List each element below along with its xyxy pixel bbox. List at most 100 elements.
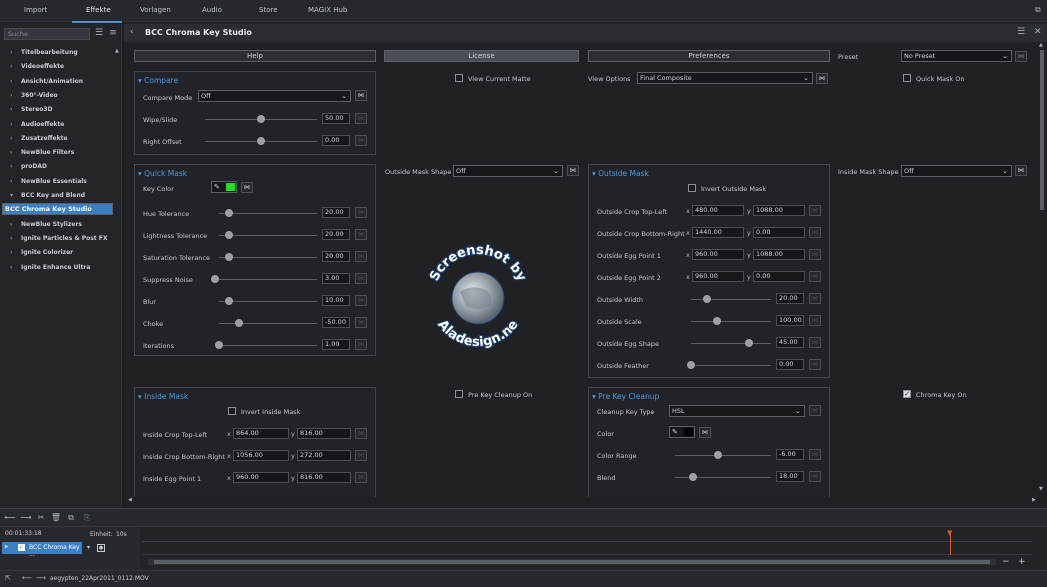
view-options-select[interactable]: Final Composite ⌄ [637,72,813,84]
point-y-input[interactable]: 0.00 [753,271,805,282]
tab-audio[interactable]: Audio [202,6,222,14]
track-record-icon[interactable]: ● [97,544,105,552]
quick-mask-on-checkbox[interactable] [903,74,911,82]
color-range-input[interactable]: -6.00 [776,449,804,460]
sidebar-item[interactable]: › Videoeffekte [2,60,113,73]
expand-arrow-icon[interactable]: ▾ [10,189,13,202]
outside-slider-track[interactable] [691,321,771,322]
expand-arrow-icon[interactable]: › [10,160,12,173]
track-menu-icon[interactable]: ▾ [87,544,90,551]
delete-icon[interactable]: 🗑 [50,512,62,523]
cleanup-key-type-select[interactable]: HSL ⌄ [669,405,805,417]
wipe-slide-handle[interactable] [257,115,265,123]
help-button[interactable]: Help [134,50,376,62]
tab-vorlagen[interactable]: Vorlagen [140,6,171,14]
point-reset-icon[interactable]: ⋈ [809,205,821,216]
outside-slider-reset-icon[interactable]: ⋈ [809,359,821,370]
effect-icon[interactable]: ⚙ [11,204,16,214]
sidebar-item[interactable]: › Titelbearbeitung [2,46,113,59]
point-y-input[interactable]: 816.00 [297,428,351,439]
sidebar-item[interactable]: › Zusatzeffekte [2,132,113,145]
tab-import[interactable]: Import [24,6,47,14]
zoom-in-icon[interactable]: + [1018,557,1026,567]
outside-mask-shape-select[interactable]: Off ⌄ [453,165,563,177]
sidebar-item[interactable]: › NewBlue Stylizers [2,218,113,231]
quick-mask-value-input[interactable]: 20.00 [322,251,350,262]
expand-arrow-icon[interactable]: › [10,132,12,145]
outside-slider-input[interactable]: 0.00 [776,359,804,370]
wipe-slide-reset-icon[interactable]: ⋈ [355,113,367,124]
sidebar-item[interactable]: › proDAD [2,160,113,173]
blend-handle[interactable] [689,473,697,481]
view-current-matte-checkbox[interactable] [455,74,463,82]
point-reset-icon[interactable]: ⋈ [809,227,821,238]
cleanup-color-picker[interactable]: ✎ [669,426,695,438]
outside-slider-handle[interactable] [703,295,711,303]
key-color-reset-icon[interactable]: ⋈ [241,182,253,193]
point-x-input[interactable]: 1056.00 [233,450,289,461]
quick-mask-reset-icon[interactable]: ⋈ [355,273,367,284]
outside-slider-input[interactable]: 100.00 [776,315,804,326]
point-reset-icon[interactable]: ⋈ [809,249,821,260]
quick-mask-slider-track[interactable] [219,323,317,324]
outside-slider-input[interactable]: 20.00 [776,293,804,304]
inside-mask-header[interactable]: ▾ Inside Mask [138,392,188,401]
quick-mask-value-input[interactable]: 3.00 [322,273,350,284]
blend-reset-icon[interactable]: ⋈ [809,471,821,482]
quick-mask-slider-handle[interactable] [215,341,223,349]
pre-key-cleanup-header[interactable]: ▾ Pre Key Cleanup [592,392,659,401]
quick-mask-slider-handle[interactable] [211,275,219,283]
expand-arrow-icon[interactable]: › [10,246,12,259]
expand-arrow-icon[interactable]: › [10,46,12,59]
color-range-handle[interactable] [714,451,722,459]
license-button[interactable]: License [384,50,579,62]
quick-mask-slider-handle[interactable] [225,297,233,305]
quick-mask-value-input[interactable]: 10.00 [322,295,350,306]
quick-mask-slider-handle[interactable] [235,319,243,327]
close-icon[interactable]: ✕ [1034,27,1042,37]
sidebar-item[interactable]: › Ansicht/Animation [2,75,113,88]
point-y-input[interactable]: 816.00 [297,472,351,483]
sidebar-item[interactable]: ⚙ BCC Chroma Key Studio [2,203,113,216]
sidebar-item[interactable]: › NewBlue Essentials [2,175,113,188]
quick-mask-slider-handle[interactable] [225,253,233,261]
point-reset-icon[interactable]: ⋈ [355,472,367,483]
point-y-input[interactable]: 1088.00 [753,249,805,260]
expand-arrow-icon[interactable]: › [10,146,12,159]
point-x-input[interactable]: 960.00 [692,271,744,282]
sidebar-item[interactable]: › Ignite Colorizer [2,246,113,259]
outside-slider-track[interactable] [691,365,771,366]
cleanup-color-swatch[interactable] [684,428,693,436]
compare-header[interactable]: ▾ Compare [138,76,178,85]
outside-mask-header[interactable]: ▾ Outside Mask [592,169,649,178]
quick-mask-slider-handle[interactable] [225,209,233,217]
quick-mask-header[interactable]: ▾ Quick Mask [138,169,187,178]
quick-mask-slider-handle[interactable] [225,231,233,239]
point-x-input[interactable]: 960.00 [233,472,289,483]
outside-slider-handle[interactable] [745,339,753,347]
view-options-reset-icon[interactable]: ⋈ [816,73,828,84]
outside-slider-reset-icon[interactable]: ⋈ [809,337,821,348]
collapse-icon[interactable]: ⇱ [5,574,11,582]
zoom-out-icon[interactable]: − [1002,557,1010,567]
key-color-swatch[interactable] [226,183,235,191]
eyedropper-icon[interactable]: ✎ [672,428,678,436]
point-y-input[interactable]: 272.00 [297,450,351,461]
quick-mask-slider-track[interactable] [219,257,317,258]
quick-mask-value-input[interactable]: -50.00 [322,317,350,328]
expand-arrow-icon[interactable]: › [10,60,12,73]
back-icon[interactable]: ‹ [130,27,134,37]
outside-slider-reset-icon[interactable]: ⋈ [809,315,821,326]
pre-key-cleanup-on-checkbox[interactable] [455,390,463,398]
point-reset-icon[interactable]: ⋈ [355,428,367,439]
outside-mask-shape-reset-icon[interactable]: ⋈ [567,165,579,176]
cleanup-key-type-reset-icon[interactable]: ⋈ [809,405,821,416]
color-range-reset-icon[interactable]: ⋈ [809,449,821,460]
timeline-ruler[interactable] [142,527,1032,555]
paste-icon[interactable]: ⎘ [81,512,93,523]
forward-arrow-icon[interactable]: ⟶ [36,574,46,582]
cut-icon[interactable]: ✂ [35,512,47,523]
expand-arrow-icon[interactable]: › [10,218,12,231]
sidebar-item[interactable]: › NewBlue Filters [2,146,113,159]
track-enable-checkbox[interactable]: ✓ [18,544,25,551]
